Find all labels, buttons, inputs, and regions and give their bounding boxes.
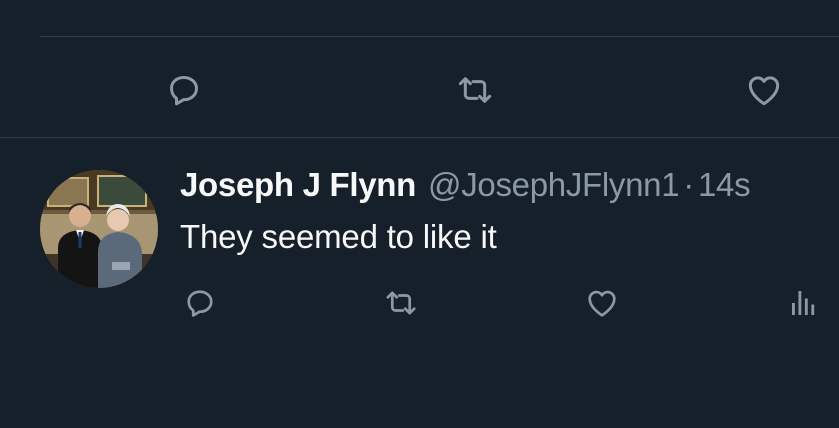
reply-icon [170, 76, 198, 106]
previous-tweet-action-bar [0, 70, 839, 110]
like-button[interactable] [582, 283, 622, 323]
divider [0, 137, 839, 138]
like-icon [588, 290, 616, 317]
retweet-icon [458, 77, 492, 103]
reply-button[interactable] [180, 283, 220, 323]
profile-photo [40, 170, 158, 288]
display-name[interactable]: Joseph J Flynn [180, 166, 416, 204]
avatar[interactable] [40, 170, 158, 288]
separator: · [683, 166, 694, 203]
retweet-button[interactable] [381, 283, 421, 323]
timeline: Joseph J Flynn @JosephJFlynn1 · 14s They… [0, 0, 839, 428]
like-icon [748, 76, 780, 106]
like-button[interactable] [744, 70, 784, 110]
tweet-header: Joseph J Flynn @JosephJFlynn1 · 14s [180, 166, 751, 210]
retweet-icon [386, 291, 416, 315]
tweet-action-bar [0, 283, 839, 323]
views-button[interactable] [784, 283, 824, 323]
tweet-text: They seemed to like it [180, 218, 497, 255]
views-icon [792, 291, 815, 315]
reply-icon [187, 290, 213, 317]
reply-button[interactable] [164, 70, 204, 110]
retweet-button[interactable] [455, 70, 495, 110]
timestamp[interactable]: 14s [698, 166, 751, 204]
user-handle[interactable]: @JosephJFlynn1 [428, 166, 680, 204]
divider [40, 36, 839, 37]
